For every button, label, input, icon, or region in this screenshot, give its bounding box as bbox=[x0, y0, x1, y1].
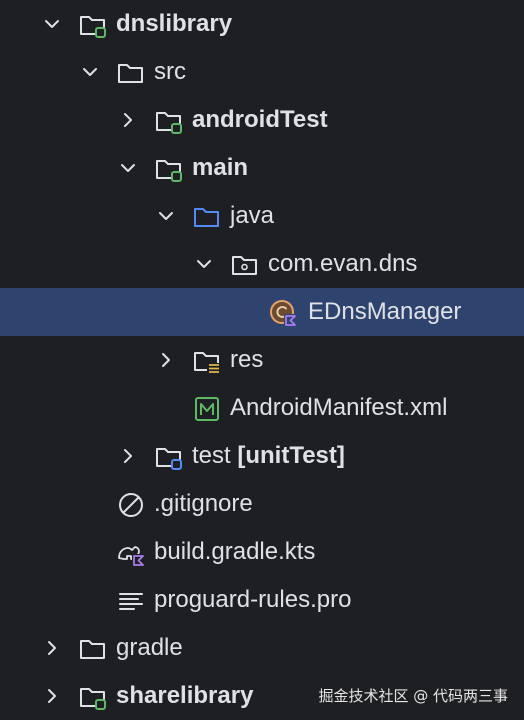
tree-row-gradle[interactable]: gradle bbox=[0, 624, 524, 672]
tree-item-name: test bbox=[192, 442, 231, 469]
manifest-file-icon bbox=[192, 394, 222, 424]
tree-item-label: proguard-rules.pro bbox=[154, 586, 352, 613]
package-icon bbox=[230, 250, 260, 280]
chevron-right-icon[interactable] bbox=[156, 350, 176, 370]
chevron-down-icon[interactable] bbox=[194, 254, 214, 274]
tree-item-label: EDnsManager bbox=[308, 298, 462, 325]
chevron-down-icon[interactable] bbox=[42, 14, 62, 34]
tree-row-package[interactable]: com.evan.dns bbox=[0, 240, 524, 288]
tree-row-test[interactable]: test [unitTest] bbox=[0, 432, 524, 480]
chevron-down-icon[interactable] bbox=[80, 62, 100, 82]
tree-item-label: gradle bbox=[116, 634, 183, 661]
chevron-down-icon[interactable] bbox=[118, 158, 138, 178]
text-file-icon bbox=[116, 586, 146, 616]
gradle-kotlin-script-icon bbox=[116, 538, 146, 568]
resources-folder-icon bbox=[192, 346, 222, 376]
tree-row-ednsmanager[interactable]: EDnsManager bbox=[0, 288, 524, 336]
tree-row-res[interactable]: res bbox=[0, 336, 524, 384]
watermark: 掘金技术社区 @ 代码两三事 bbox=[318, 687, 508, 705]
tree-item-label: sharelibrary bbox=[116, 682, 254, 709]
tree-row-src[interactable]: src bbox=[0, 48, 524, 96]
tree-item-label: res bbox=[230, 346, 264, 373]
tree-item-label: java bbox=[230, 202, 275, 229]
tree-row-main[interactable]: main bbox=[0, 144, 524, 192]
tree-row-dnslibrary[interactable]: dnslibrary bbox=[0, 0, 524, 48]
source-set-folder-icon bbox=[154, 106, 184, 136]
module-folder-icon bbox=[78, 10, 108, 40]
chevron-right-icon[interactable] bbox=[118, 110, 138, 130]
folder-icon bbox=[78, 634, 108, 664]
tree-item-label: com.evan.dns bbox=[268, 250, 418, 277]
ignore-file-icon bbox=[116, 490, 146, 520]
tree-row-proguard[interactable]: proguard-rules.pro bbox=[0, 576, 524, 624]
tree-item-label: AndroidManifest.xml bbox=[230, 394, 448, 421]
chevron-right-icon[interactable] bbox=[42, 638, 62, 658]
tree-row-java[interactable]: java bbox=[0, 192, 524, 240]
source-set-tag: [unitTest] bbox=[237, 442, 345, 469]
chevron-right-icon[interactable] bbox=[42, 686, 62, 706]
tree-item-label: .gitignore bbox=[154, 490, 253, 517]
kotlin-class-icon bbox=[268, 298, 298, 328]
project-tree: dnslibrary src androidTest main java com… bbox=[0, 0, 524, 720]
folder-icon bbox=[116, 58, 146, 88]
chevron-right-icon[interactable] bbox=[118, 446, 138, 466]
module-folder-icon bbox=[78, 682, 108, 712]
tree-row-androidtest[interactable]: androidTest bbox=[0, 96, 524, 144]
source-set-folder-icon bbox=[154, 154, 184, 184]
tree-row-build-gradle[interactable]: build.gradle.kts bbox=[0, 528, 524, 576]
chevron-down-icon[interactable] bbox=[156, 206, 176, 226]
tree-item-label: src bbox=[154, 58, 186, 85]
tree-item-label: main bbox=[192, 154, 249, 181]
tree-row-gitignore[interactable]: .gitignore bbox=[0, 480, 524, 528]
source-root-folder-icon bbox=[192, 202, 222, 232]
test-folder-icon bbox=[154, 442, 184, 472]
tree-item-label: test [unitTest] bbox=[192, 441, 345, 471]
tree-item-label: androidTest bbox=[192, 106, 328, 133]
tree-item-label: dnslibrary bbox=[116, 10, 233, 37]
tree-item-label: build.gradle.kts bbox=[154, 538, 316, 565]
tree-row-manifest[interactable]: AndroidManifest.xml bbox=[0, 384, 524, 432]
